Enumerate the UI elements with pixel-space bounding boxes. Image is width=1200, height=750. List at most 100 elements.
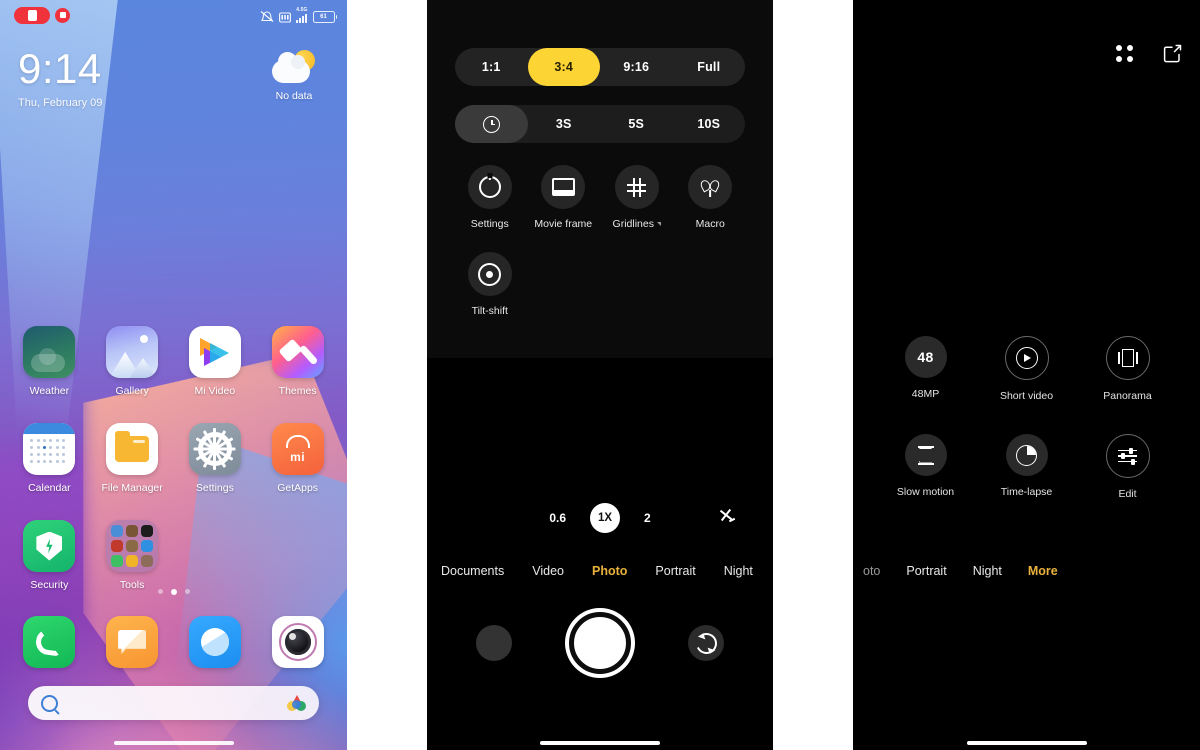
timer-option-3s[interactable]: 3S	[528, 105, 601, 143]
app-icon-settings[interactable]: Settings	[174, 423, 257, 494]
messages-app-icon	[106, 616, 159, 668]
camera-tool-gridlines[interactable]: Gridlines	[600, 165, 674, 230]
more-mode-label: Time-lapse	[1000, 486, 1053, 498]
home-indicator[interactable]	[540, 741, 660, 745]
app-icon-calendar[interactable]: Calendar	[8, 423, 91, 494]
dock	[0, 616, 347, 668]
more-mode-panorama[interactable]: Panorama	[1077, 336, 1178, 402]
zoom-level-0-6[interactable]: 0.6	[549, 511, 566, 525]
security-app-icon	[23, 520, 76, 572]
home-indicator[interactable]	[966, 741, 1087, 745]
camera-mode-portrait[interactable]: Portrait	[906, 564, 946, 578]
zoom-level-1x[interactable]: 1X	[590, 503, 620, 533]
weather-widget[interactable]: No data	[259, 50, 329, 102]
screen-recording-indicator[interactable]	[14, 6, 70, 24]
camera-tool-settings[interactable]: Settings	[453, 165, 527, 230]
more-mode-48mp[interactable]: 48 48MP	[875, 336, 976, 402]
search-icon	[41, 694, 58, 712]
dock-icon-phone[interactable]	[8, 616, 91, 668]
more-mode-edit[interactable]: Edit	[1077, 434, 1178, 500]
recording-pill-icon	[14, 6, 50, 24]
app-label: Calendar	[28, 482, 71, 494]
page-dot-active[interactable]	[170, 589, 177, 595]
camera-mode-bar: Documents Video Photo Portrait Night Mo	[427, 558, 773, 584]
weather-status: No data	[275, 90, 313, 102]
magic-wand-icon[interactable]	[719, 508, 737, 526]
sun-behind-cloud-icon	[271, 50, 317, 84]
more-mode-slow-motion[interactable]: Slow motion	[875, 434, 976, 500]
page-indicator[interactable]	[0, 589, 347, 595]
page-dot[interactable]	[157, 589, 163, 594]
app-icon-gallery[interactable]: Gallery	[91, 326, 174, 397]
camera-mode-more[interactable]: More	[1028, 564, 1058, 578]
macro-icon	[688, 165, 733, 209]
chevron-down-icon[interactable]	[656, 222, 661, 226]
camera-mode-photo-partial[interactable]: oto	[863, 564, 880, 578]
more-mode-time-lapse[interactable]: Time-lapse	[976, 434, 1077, 500]
timer-option-10s[interactable]: 10S	[673, 105, 746, 143]
home-indicator[interactable]	[113, 741, 234, 745]
camera-mode-video[interactable]: Video	[532, 564, 564, 578]
app-icon-security[interactable]: Security	[8, 520, 91, 591]
aspect-ratio-option-9-16[interactable]: 9:16	[600, 48, 673, 86]
page-dot[interactable]	[184, 589, 190, 594]
clock-weather-widget[interactable]: 9:14 Thu, February 09 No data	[18, 48, 329, 109]
app-icon-themes[interactable]: Themes	[256, 326, 339, 397]
app-label: Mi Video	[194, 385, 236, 397]
tools-folder-icon	[106, 520, 159, 572]
signal-bars-icon	[296, 13, 308, 23]
timer-off-icon[interactable]	[455, 105, 528, 143]
gridlines-icon	[614, 165, 659, 209]
aspect-ratio-option-3-4[interactable]: 3:4	[527, 48, 600, 86]
clock-time: 9:14	[18, 45, 102, 92]
app-icon-weather[interactable]: Weather	[8, 326, 91, 397]
flip-camera-icon[interactable]	[688, 625, 724, 661]
aspect-ratio-option-full[interactable]: Full	[673, 48, 746, 86]
timer-option-5s[interactable]: 5S	[600, 105, 673, 143]
time-lapse-icon	[1005, 434, 1048, 476]
app-icon-mi-video[interactable]: Mi Video	[174, 326, 257, 397]
app-folder-tools[interactable]: Tools	[91, 520, 174, 591]
dock-icon-browser[interactable]	[174, 616, 257, 668]
camera-controls	[427, 612, 773, 674]
camera-mode-documents[interactable]: Documents	[441, 564, 504, 578]
app-label: File Manager	[101, 482, 163, 494]
camera-more-panel: 48 48MP Short video Panorama Slow motion	[853, 0, 1200, 750]
tool-label: Tilt-shift	[471, 305, 508, 317]
48mp-badge: 48	[917, 349, 934, 365]
clock-date: Thu, February 09	[18, 97, 103, 109]
edit-modes-icon[interactable]	[1163, 44, 1182, 63]
grid-view-icon[interactable]	[1116, 45, 1133, 62]
camera-mode-night[interactable]: Night	[973, 564, 1002, 578]
more-modes-grid: 48 48MP Short video Panorama Slow motion	[875, 336, 1178, 500]
home-screen-panel: 4.5G 61 9:14 Thu, February 09 No data We…	[0, 0, 347, 750]
zoom-level-2[interactable]: 2	[644, 511, 651, 525]
sim-card-icon	[279, 11, 292, 23]
camera-tool-movie-frame[interactable]: Movie frame	[527, 165, 601, 230]
aspect-ratio-option-1-1[interactable]: 1:1	[455, 48, 528, 86]
camera-mode-portrait[interactable]: Portrait	[655, 564, 695, 578]
more-mode-label: Slow motion	[896, 486, 955, 498]
shutter-button[interactable]	[569, 612, 631, 674]
app-icon-getapps[interactable]: mi GetApps	[256, 423, 339, 494]
gallery-thumbnail[interactable]	[476, 625, 512, 661]
48mp-icon: 48	[904, 336, 947, 378]
weather-app-icon	[23, 326, 76, 378]
clock-widget[interactable]: 9:14 Thu, February 09	[18, 45, 103, 110]
camera-tool-macro[interactable]: Macro	[674, 165, 748, 230]
dock-icon-messages[interactable]	[91, 616, 174, 668]
browser-app-icon	[188, 616, 241, 668]
dock-icon-camera[interactable]	[256, 616, 339, 668]
camera-mode-night[interactable]: Night	[724, 564, 753, 578]
search-bar[interactable]	[28, 686, 319, 720]
camera-mode-bar: oto Portrait Night More	[853, 558, 1200, 584]
battery-icon: 61	[312, 10, 337, 23]
google-assistant-icon[interactable]	[287, 694, 306, 712]
app-icon-file-manager[interactable]: File Manager	[91, 423, 174, 494]
camera-mode-photo[interactable]: Photo	[592, 564, 627, 578]
slow-motion-icon	[904, 434, 947, 476]
calendar-app-icon	[23, 423, 76, 475]
camera-tool-tilt-shift[interactable]: Tilt-shift	[453, 252, 527, 317]
more-mode-short-video[interactable]: Short video	[976, 336, 1077, 402]
getapps-app-icon: mi	[271, 423, 324, 475]
